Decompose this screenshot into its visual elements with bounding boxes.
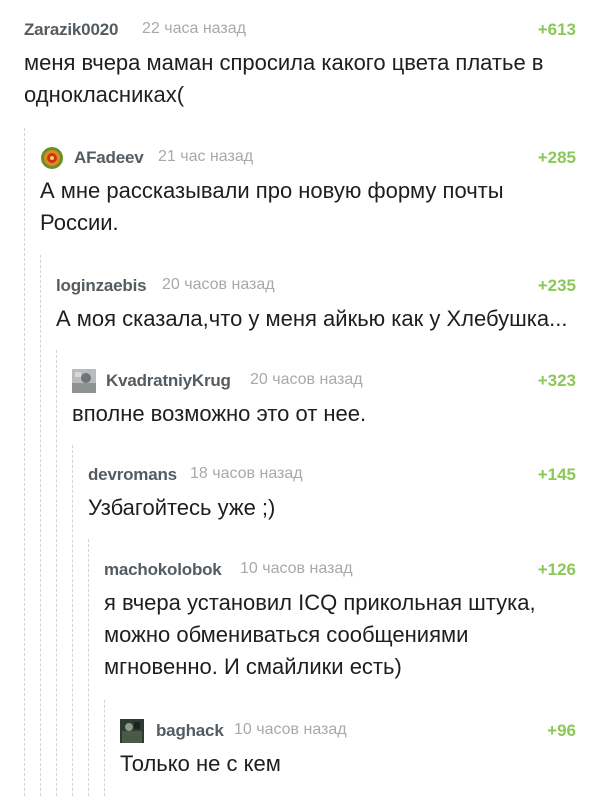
orange-swirl-avatar-icon[interactable] <box>40 146 64 170</box>
comment-rating: +96 <box>547 721 576 740</box>
dark-photo-avatar-icon[interactable] <box>120 719 144 743</box>
thread-line-level-5 <box>88 539 89 796</box>
comment-time: 22 часа назад <box>142 20 246 37</box>
comment-author[interactable]: devromans <box>88 465 177 485</box>
comment: baghack +96 Только не с кем <box>120 715 576 780</box>
grey-photo-avatar-icon[interactable] <box>72 369 96 393</box>
comment-header: loginzaebis +235 <box>56 270 576 300</box>
comment-time: 10 часов назад <box>234 721 347 738</box>
comment-time: 21 час назад <box>158 148 254 165</box>
comment-text: меня вчера маман спросила какого цвета п… <box>24 50 544 107</box>
comment-rating: +145 <box>537 465 576 484</box>
comment-header: devromans +145 <box>88 459 576 489</box>
comment-header: AFadeev +285 <box>40 142 576 172</box>
comment-text: Только не с кем <box>120 751 281 776</box>
comment: AFadeev +285 А мне рассказывали про нову… <box>40 142 576 239</box>
thread-line-level-6 <box>104 700 105 796</box>
comment-text: я вчера установил ICQ прикольная штука, … <box>104 590 536 679</box>
comment-text: А моя сказала,что у меня айкью как у Хле… <box>56 306 568 331</box>
comment-text: А мне рассказывали про новую форму почты… <box>40 178 504 235</box>
thread-line-level-4 <box>72 445 73 796</box>
thread-line-level-2 <box>40 255 41 796</box>
comment-rating: +613 <box>537 20 576 39</box>
comment-rating: +285 <box>537 148 576 167</box>
comment-time: 20 часов назад <box>250 371 363 388</box>
comment-header: Zarazik0020 +613 <box>24 14 576 44</box>
comment-time: 20 часов назад <box>162 276 275 293</box>
comment-rating: +323 <box>537 371 576 390</box>
thread-line-level-3 <box>56 350 57 796</box>
comment-author[interactable]: KvadratniyKrug <box>106 371 231 391</box>
comment-text: вполне возможно это от нее. <box>72 401 367 426</box>
comment-author[interactable]: machokolobok <box>104 560 222 580</box>
comment-author[interactable]: loginzaebis <box>56 276 147 296</box>
comment-time: 18 часов назад <box>190 465 303 482</box>
comment-text: Узбагойтесь уже ;) <box>88 495 276 520</box>
comment-rating: +235 <box>537 276 576 295</box>
comment-header: baghack +96 <box>120 715 576 745</box>
thread-line-level-1 <box>24 128 25 796</box>
comment-author[interactable]: Zarazik0020 <box>24 20 118 40</box>
comment-rating: +126 <box>537 560 576 579</box>
comment: devromans +145 Узбагойтесь уже ;) <box>88 459 576 524</box>
comment-author[interactable]: baghack <box>156 721 224 741</box>
comment: Zarazik0020 +613 меня вчера маман спроси… <box>24 14 576 111</box>
comment-author[interactable]: AFadeev <box>74 148 144 168</box>
comment: loginzaebis +235 А моя сказала,что у мен… <box>56 270 576 335</box>
comment-time: 10 часов назад <box>240 560 353 577</box>
